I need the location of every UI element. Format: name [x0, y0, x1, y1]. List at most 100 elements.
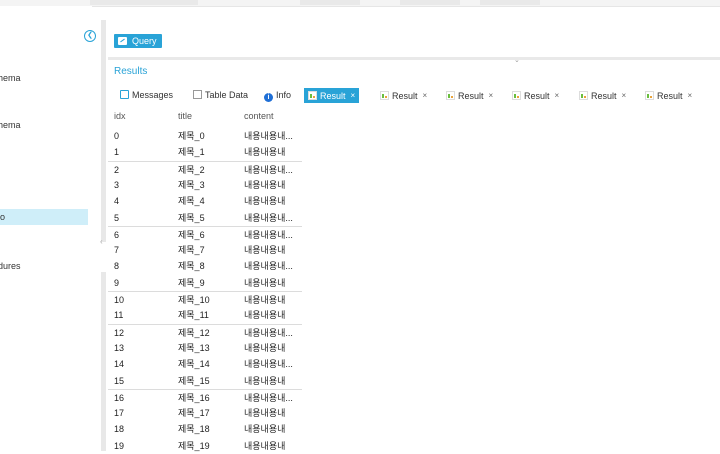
result-icon [380, 91, 389, 100]
top-tab[interactable] [480, 0, 540, 5]
cell-idx: 13 [114, 342, 125, 353]
pencil-icon [118, 37, 127, 45]
cell-idx: 8 [114, 261, 120, 272]
tab-messages[interactable]: Messages [120, 88, 173, 103]
cell-content: 내용내용내 [244, 147, 286, 158]
cell-title: 제목_4 [178, 196, 205, 207]
sidebar-item-selected[interactable]: lo [0, 209, 88, 225]
close-icon[interactable]: × [351, 91, 356, 100]
cell-idx: 14 [114, 359, 125, 370]
tab-result-6[interactable]: Result × [645, 88, 692, 103]
sidebar-item-label: hema [0, 120, 21, 130]
tab-info[interactable]: i Info [264, 88, 291, 103]
close-icon[interactable]: × [555, 91, 560, 100]
cell-content: 내용내용내 [244, 424, 286, 435]
result-icon [446, 91, 455, 100]
table-row[interactable]: 7 제목_7 내용내용내 [108, 242, 302, 258]
sidebar-item-label: hema [0, 73, 21, 83]
table-row[interactable]: 14 제목_14 내용내용내... [108, 356, 302, 372]
cell-idx: 11 [114, 310, 124, 321]
top-tab[interactable] [90, 0, 198, 5]
cell-idx: 5 [114, 212, 120, 223]
table-row[interactable]: 6 제목_6 내용내용내... [108, 225, 302, 243]
table-row[interactable]: 19 제목_19 내용내용내 [108, 438, 302, 454]
results-title: Results [114, 66, 148, 77]
cell-title: 제목_5 [178, 212, 205, 223]
result-icon [579, 91, 588, 100]
tab-label: Table Data [205, 90, 249, 100]
top-tab[interactable] [300, 0, 360, 5]
table-row[interactable]: 9 제목_9 내용내용내 [108, 275, 302, 291]
tab-result-1[interactable]: Result × [304, 88, 360, 103]
sidebar-item-schema-1[interactable]: hema [0, 70, 88, 86]
result-icon [512, 91, 521, 100]
column-header-idx[interactable]: idx [114, 108, 126, 124]
splitter-arrow-icon[interactable]: ‹ [100, 237, 103, 246]
close-icon[interactable]: × [688, 91, 693, 100]
tab-result-3[interactable]: Result × [446, 88, 493, 103]
table-row[interactable]: 16 제목_16 내용내용내... [108, 388, 302, 406]
table-row[interactable]: 3 제목_3 내용내용내 [108, 177, 302, 193]
tab-result-4[interactable]: Result × [512, 88, 559, 103]
cell-content: 내용내용내... [244, 212, 293, 223]
column-header-title[interactable]: title [178, 108, 192, 124]
tab-result-2[interactable]: Result × [380, 88, 427, 103]
cell-content: 내용내용내 [244, 310, 286, 321]
table-row[interactable]: 17 제목_17 내용내용내 [108, 405, 302, 421]
tab-table-data[interactable]: Table Data [193, 88, 248, 103]
query-button[interactable]: Query [114, 34, 162, 48]
cell-content: 내용내용내... [244, 327, 293, 338]
cell-idx: 12 [114, 327, 125, 338]
table-row[interactable]: 15 제목_15 내용내용내 [108, 373, 302, 389]
chevron-down-icon: ⌄ [514, 57, 520, 64]
table-row[interactable]: 5 제목_5 내용내용내... [108, 210, 302, 226]
result-icon [308, 91, 317, 100]
cell-title: 제목_3 [178, 179, 205, 190]
sidebar-item-schema-2[interactable]: hema [0, 117, 88, 133]
table-icon [193, 90, 202, 99]
column-header-content[interactable]: content [244, 108, 274, 124]
table-row[interactable]: 13 제목_13 내용내용내 [108, 340, 302, 356]
top-tab[interactable] [400, 0, 460, 5]
table-row[interactable]: 0 제목_0 내용내용내... [108, 128, 302, 144]
tab-label: Result [657, 91, 683, 101]
table-row[interactable]: 8 제목_8 내용내용내... [108, 258, 302, 274]
tab-label: Result [392, 91, 418, 101]
cell-content: 내용내용내 [244, 295, 286, 305]
close-icon[interactable]: × [622, 91, 627, 100]
close-icon[interactable]: × [489, 91, 494, 100]
messages-icon [120, 90, 129, 99]
collapse-sidebar-icon[interactable]: ❮ [84, 30, 96, 42]
tab-result-5[interactable]: Result × [579, 88, 626, 103]
cell-content: 내용내용내... [244, 131, 293, 141]
horizontal-splitter[interactable]: ⌄ [108, 57, 720, 64]
cell-idx: 2 [114, 164, 120, 175]
table-row[interactable]: 4 제목_4 내용내용내 [108, 193, 302, 209]
sidebar-item-label: dures [0, 261, 21, 271]
table-row[interactable]: 12 제목_12 내용내용내... [108, 323, 302, 341]
sidebar-item-procedures[interactable]: dures [0, 258, 88, 274]
cell-idx: 17 [114, 408, 125, 419]
table-row[interactable]: 10 제목_10 내용내용내 [108, 291, 302, 308]
table-row[interactable]: 11 제목_11 내용내용내 [108, 307, 302, 323]
cell-content: 내용내용내 [244, 342, 286, 353]
cell-content: 내용내용내... [244, 392, 293, 403]
cell-content: 내용내용내 [244, 375, 286, 386]
close-icon[interactable]: × [423, 91, 428, 100]
sidebar-item-label: lo [0, 212, 6, 222]
table-row[interactable]: 1 제목_1 내용내용내 [108, 144, 302, 160]
tab-label: Info [276, 90, 292, 100]
cell-title: 제목_8 [178, 261, 205, 272]
cell-title: 제목_19 [178, 440, 210, 451]
top-tab-strip [0, 0, 720, 7]
cell-content: 내용내용내... [244, 229, 293, 240]
cell-title: 제목_12 [178, 327, 210, 338]
cell-content: 내용내용내... [244, 164, 293, 175]
cell-content: 내용내용내 [244, 245, 286, 256]
cell-idx: 6 [114, 229, 120, 240]
cell-title: 제목_17 [178, 408, 210, 419]
vertical-splitter[interactable] [101, 20, 106, 451]
cell-idx: 15 [114, 375, 125, 386]
table-row[interactable]: 2 제목_2 내용내용내... [108, 160, 302, 178]
table-row[interactable]: 18 제목_18 내용내용내 [108, 421, 302, 437]
